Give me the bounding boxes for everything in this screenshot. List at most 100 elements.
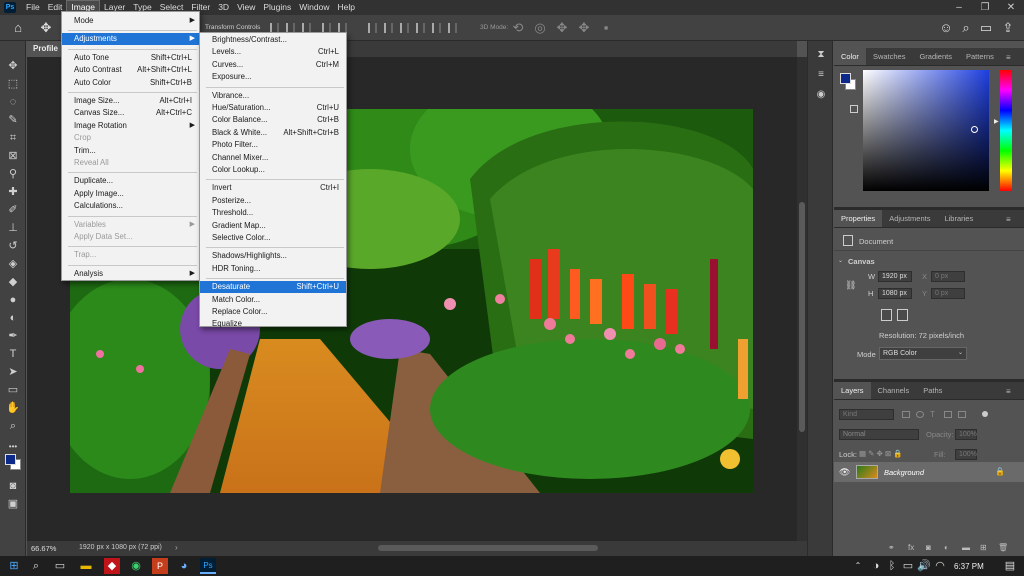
- eraser-tool-icon[interactable]: ◈: [4, 257, 22, 272]
- x-field[interactable]: 0 px: [931, 271, 965, 282]
- menu-item-canvas-size[interactable]: Canvas Size... Alt+Ctrl+C: [62, 107, 199, 119]
- panel-menu-icon[interactable]: ≡: [1006, 53, 1011, 62]
- clone-stamp-tool-icon[interactable]: ⊥: [4, 221, 22, 236]
- menu-item-image-rotation[interactable]: Image Rotation ▶: [62, 120, 199, 132]
- eyedropper-tool-icon[interactable]: ⚲: [4, 167, 22, 182]
- distribute-right-icon[interactable]: [400, 23, 409, 33]
- move-tool-icon[interactable]: ✥: [4, 59, 22, 74]
- menu-item-auto-contrast[interactable]: Auto Contrast Alt+Shift+Ctrl+L: [62, 64, 199, 76]
- history-brush-tool-icon[interactable]: ↺: [4, 239, 22, 254]
- blend-mode-select[interactable]: Normal: [839, 429, 919, 440]
- menu-item-vibrance[interactable]: Vibrance...: [200, 90, 346, 102]
- menu-item-calculations[interactable]: Calculations...: [62, 200, 199, 212]
- share-upload-icon[interactable]: ⇪: [1000, 20, 1016, 36]
- marquee-tool-icon[interactable]: ⬚: [4, 77, 22, 92]
- tray-app-icon[interactable]: ◑: [868, 558, 884, 574]
- menu-view[interactable]: View: [233, 0, 259, 15]
- menu-item-analysis[interactable]: Analysis ▶: [62, 268, 199, 280]
- landscape-orientation-icon[interactable]: [897, 309, 908, 321]
- type-tool-icon[interactable]: T: [4, 347, 22, 362]
- menu-item-variables[interactable]: Variables ▶: [62, 219, 199, 231]
- frame-tool-icon[interactable]: ⊠: [4, 149, 22, 164]
- taskbar-search-icon[interactable]: ⌕: [28, 558, 44, 574]
- height-field[interactable]: 1080 px: [878, 288, 912, 299]
- healing-brush-tool-icon[interactable]: ✚: [4, 185, 22, 200]
- app-red-icon[interactable]: ◆: [104, 558, 120, 574]
- distribute-middle-icon[interactable]: [432, 23, 441, 33]
- menu-item-threshold[interactable]: Threshold...: [200, 207, 346, 219]
- tab-layers[interactable]: Layers: [834, 382, 871, 399]
- wifi-icon[interactable]: ◠: [932, 558, 948, 574]
- task-view-icon[interactable]: ▭: [52, 558, 68, 574]
- blur-tool-icon[interactable]: ●: [4, 293, 22, 308]
- collapse-icon[interactable]: ⌄: [838, 257, 843, 264]
- menu-item-apply-image[interactable]: Apply Image...: [62, 188, 199, 200]
- layer-visibility-icon[interactable]: 👁: [839, 467, 850, 478]
- layer-kind-filter[interactable]: Kind: [839, 409, 894, 420]
- portrait-orientation-icon[interactable]: [881, 309, 892, 321]
- menu-item-posterize[interactable]: Posterize...: [200, 195, 346, 207]
- 3d-roll-icon[interactable]: ◎: [532, 20, 548, 36]
- document-info[interactable]: 1920 px x 1080 px (72 ppi): [79, 544, 162, 551]
- lock-pixels-icon[interactable]: ▦ ✎ ✥ ⊠ 🔒: [859, 449, 903, 458]
- 3d-orbit-icon[interactable]: ⟲: [510, 20, 526, 36]
- lasso-tool-icon[interactable]: ◌: [4, 95, 22, 110]
- move-tool-icon[interactable]: ✥: [38, 20, 54, 36]
- menu-item-selective-color[interactable]: Selective Color...: [200, 232, 346, 244]
- menu-item-hue-saturation[interactable]: Hue/Saturation... Ctrl+U: [200, 102, 346, 114]
- search-icon[interactable]: ⌕: [958, 20, 974, 36]
- menu-item-adjustments[interactable]: Adjustments ▶: [62, 33, 199, 46]
- tab-swatches[interactable]: Swatches: [866, 48, 913, 65]
- color-foreground-swatch-top[interactable]: [840, 73, 851, 84]
- path-selection-tool-icon[interactable]: ➤: [4, 365, 22, 380]
- menu-item-brightness-contrast[interactable]: Brightness/Contrast...: [200, 34, 346, 46]
- quick-mask-icon[interactable]: ◙: [4, 479, 22, 494]
- adjustments-icon[interactable]: ◉: [815, 89, 827, 101]
- distribute-top-icon[interactable]: [416, 23, 425, 33]
- menu-item-levels[interactable]: Levels... Ctrl+L: [200, 46, 346, 58]
- clock[interactable]: 6:37 PM: [954, 562, 984, 571]
- menu-item-color-lookup[interactable]: Color Lookup...: [200, 164, 346, 176]
- tab-adjustments[interactable]: Adjustments: [882, 210, 937, 227]
- menu-item-trap[interactable]: Trap...: [62, 249, 199, 261]
- status-arrow-icon[interactable]: ›: [175, 543, 178, 552]
- 3d-slide-icon[interactable]: ✥: [576, 20, 592, 36]
- menu-item-duplicate[interactable]: Duplicate...: [62, 175, 199, 187]
- close-icon[interactable]: ✕: [998, 0, 1024, 15]
- layer-style-icon[interactable]: fx: [908, 543, 914, 552]
- menu-item-desaturate[interactable]: Desaturate Shift+Ctrl+U: [200, 281, 346, 294]
- menu-item-photo-filter[interactable]: Photo Filter...: [200, 139, 346, 151]
- link-layers-icon[interactable]: ⚭: [888, 543, 895, 552]
- bluetooth-icon[interactable]: ᛒ: [884, 558, 900, 574]
- quick-select-tool-icon[interactable]: ✎: [4, 113, 22, 128]
- menu-item-auto-tone[interactable]: Auto Tone Shift+Ctrl+L: [62, 52, 199, 64]
- filter-type-icon[interactable]: T: [930, 410, 935, 419]
- add-mask-icon[interactable]: ◙: [926, 543, 931, 552]
- paint-bucket-tool-icon[interactable]: ◆: [4, 275, 22, 290]
- filter-pixel-icon[interactable]: [902, 411, 910, 418]
- windows-start-icon[interactable]: ⊞: [6, 558, 22, 574]
- tab-channels[interactable]: Channels: [871, 382, 917, 399]
- y-field[interactable]: 0 px: [931, 288, 965, 299]
- hand-tool-icon[interactable]: ✋: [4, 401, 22, 416]
- new-group-icon[interactable]: ▬: [962, 543, 970, 552]
- tab-paths[interactable]: Paths: [916, 382, 949, 399]
- distribute-bottom-icon[interactable]: [448, 23, 457, 33]
- menu-item-shadows-highlights[interactable]: Shadows/Highlights...: [200, 250, 346, 262]
- distribute-center-icon[interactable]: [384, 23, 393, 33]
- menu-item-invert[interactable]: Invert Ctrl+I: [200, 182, 346, 194]
- menu-item-match-color[interactable]: Match Color...: [200, 294, 346, 306]
- 3d-pan-icon[interactable]: ✥: [554, 20, 570, 36]
- menu-file[interactable]: File: [22, 0, 44, 15]
- menu-item-trim[interactable]: Trim...: [62, 145, 199, 157]
- layer-lock-icon[interactable]: 🔒: [995, 467, 1005, 476]
- horizontal-scroll-thumb[interactable]: [378, 545, 598, 551]
- history-icon[interactable]: ⧗: [815, 49, 827, 61]
- tab-color[interactable]: Color: [834, 48, 866, 65]
- distribute-left-icon[interactable]: [368, 23, 377, 33]
- menu-3d[interactable]: 3D: [214, 0, 233, 15]
- battery-icon[interactable]: ▭: [900, 558, 916, 574]
- minimize-icon[interactable]: –: [946, 0, 972, 15]
- menu-item-image-size[interactable]: Image Size... Alt+Ctrl+I: [62, 95, 199, 107]
- powerpoint-icon[interactable]: P: [152, 558, 168, 574]
